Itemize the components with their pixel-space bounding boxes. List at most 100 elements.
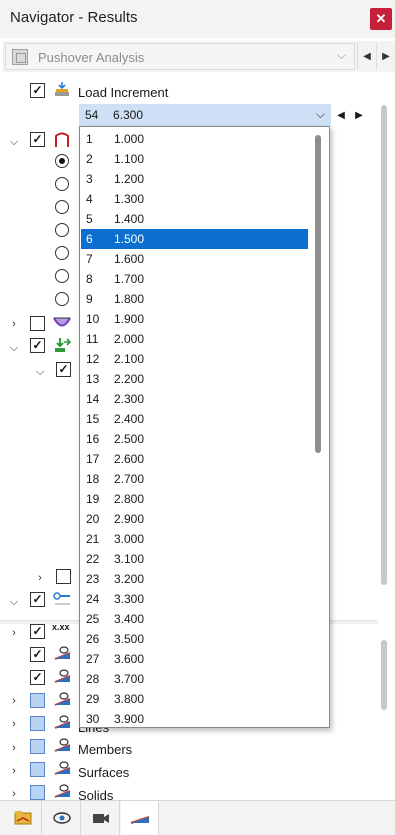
dropdown-option[interactable]: 14 2.300 [81, 389, 308, 409]
dropdown-option[interactable]: 15 2.400 [81, 409, 308, 429]
dropdown-option-number: 17 [86, 452, 100, 466]
chevron-down-icon[interactable]: ⌵ [34, 366, 46, 379]
surfaces-checkbox[interactable] [30, 762, 45, 777]
visibility-icon [54, 784, 71, 798]
dropdown-option[interactable]: 6 1.500 [81, 229, 308, 249]
dropdown-option[interactable]: 3 1.200 [81, 169, 308, 189]
result-option-radio[interactable] [55, 200, 69, 214]
dropdown-option-value: 3.400 [114, 612, 145, 626]
dropdown-option-value: 2.100 [114, 352, 145, 366]
close-button[interactable]: ✕ [370, 8, 392, 30]
navigator-tabs [0, 800, 395, 835]
lines-checkbox[interactable] [30, 716, 45, 731]
scrollbar-thumb[interactable] [381, 105, 387, 585]
results-group-checkbox[interactable]: ✓ [30, 132, 45, 147]
dropdown-option[interactable]: 26 3.500 [81, 629, 308, 649]
result-option-radio[interactable] [55, 154, 69, 168]
dropdown-option[interactable]: 5 1.400 [81, 209, 308, 229]
analysis-select[interactable]: Pushover Analysis ⌵ [5, 43, 355, 70]
tab-results[interactable] [121, 801, 159, 835]
tree-group-checkbox[interactable]: ✓ [30, 592, 45, 607]
support-sub-checkbox[interactable]: ✓ [56, 362, 71, 377]
chevron-right-icon[interactable]: › [8, 788, 20, 800]
dropdown-option[interactable]: 13 2.200 [81, 369, 308, 389]
dropdown-scrollbar-thumb[interactable] [315, 135, 321, 453]
dropdown-option[interactable]: 9 1.800 [81, 289, 308, 309]
visibility-icon [54, 646, 71, 660]
support-reactions-checkbox[interactable]: ✓ [30, 338, 45, 353]
members-checkbox[interactable] [30, 739, 45, 754]
eye-icon [52, 812, 71, 824]
dropdown-option[interactable]: 7 1.600 [81, 249, 308, 269]
dropdown-option-number: 12 [86, 352, 100, 366]
chevron-down-icon: ⌵ [336, 48, 346, 62]
tree-item-checkbox[interactable] [30, 693, 45, 708]
dropdown-option[interactable]: 4 1.300 [81, 189, 308, 209]
scrollbar-thumb[interactable] [381, 640, 387, 710]
chevron-right-icon[interactable]: › [8, 318, 20, 330]
dropdown-option[interactable]: 16 2.500 [81, 429, 308, 449]
values-checkbox[interactable]: ✓ [30, 624, 45, 639]
dropdown-option[interactable]: 23 3.200 [81, 569, 308, 589]
load-increment-label: Load Increment [78, 85, 169, 100]
dropdown-option[interactable]: 11 2.000 [81, 329, 308, 349]
result-option-radio[interactable] [55, 269, 69, 283]
chevron-right-icon[interactable]: › [34, 572, 46, 584]
tree-item-checkbox[interactable]: ✓ [30, 647, 45, 662]
load-increment-checkbox[interactable]: ✓ [30, 83, 45, 98]
dropdown-option[interactable]: 29 3.800 [81, 689, 308, 709]
chevron-right-icon[interactable]: › [8, 627, 20, 639]
tree-item-checkbox[interactable] [56, 569, 71, 584]
dropdown-option[interactable]: 25 3.400 [81, 609, 308, 629]
chevron-down-icon[interactable]: ⌵ [8, 136, 20, 149]
load-increment-number: 54 [85, 108, 99, 122]
chevron-right-icon[interactable]: › [8, 742, 20, 754]
dropdown-option-value: 1.800 [114, 292, 145, 306]
chevron-right-icon[interactable]: › [8, 718, 20, 730]
load-increment-select[interactable]: 54 6.300 ⌵ [79, 104, 331, 126]
dropdown-option-number: 16 [86, 432, 100, 446]
dropdown-option[interactable]: 20 2.900 [81, 509, 308, 529]
result-option-radio[interactable] [55, 177, 69, 191]
previous-arrow-icon[interactable]: ◀ [357, 43, 376, 70]
result-option-radio[interactable] [55, 223, 69, 237]
dropdown-option[interactable]: 30 3.900 [81, 709, 308, 727]
dropdown-option[interactable]: 18 2.700 [81, 469, 308, 489]
next-arrow-icon[interactable]: ▶ [350, 104, 368, 126]
dropdown-option[interactable]: 21 3.000 [81, 529, 308, 549]
deformation-checkbox[interactable] [30, 316, 45, 331]
dropdown-option[interactable]: 2 1.100 [81, 149, 308, 169]
frame-results-icon [55, 132, 69, 147]
result-option-radio[interactable] [55, 292, 69, 306]
lower-scrollbar[interactable] [380, 625, 388, 800]
tab-data[interactable] [4, 801, 42, 835]
dropdown-option[interactable]: 1 1.000 [81, 129, 308, 149]
next-arrow-icon[interactable]: ▶ [376, 43, 395, 70]
tree-scrollbar[interactable] [380, 80, 388, 620]
dropdown-option[interactable]: 10 1.900 [81, 309, 308, 329]
chevron-down-icon[interactable]: ⌵ [8, 596, 20, 609]
tab-views[interactable] [82, 801, 120, 835]
dropdown-option[interactable]: 8 1.700 [81, 269, 308, 289]
chevron-down-icon[interactable]: ⌵ [8, 342, 20, 355]
deformation-icon [53, 317, 71, 327]
dropdown-option[interactable]: 24 3.300 [81, 589, 308, 609]
dropdown-option-number: 14 [86, 392, 100, 406]
result-option-radio[interactable] [55, 246, 69, 260]
chevron-right-icon[interactable]: › [8, 765, 20, 777]
dropdown-option[interactable]: 22 3.100 [81, 549, 308, 569]
dropdown-option-value: 1.500 [114, 232, 145, 246]
dropdown-option[interactable]: 27 3.600 [81, 649, 308, 669]
solids-checkbox[interactable] [30, 785, 45, 800]
chevron-right-icon[interactable]: › [8, 695, 20, 707]
dropdown-option[interactable]: 12 2.100 [81, 349, 308, 369]
tab-display[interactable] [43, 801, 81, 835]
dropdown-option[interactable]: 17 2.600 [81, 449, 308, 469]
dropdown-option[interactable]: 19 2.800 [81, 489, 308, 509]
dropdown-option[interactable]: 28 3.700 [81, 669, 308, 689]
dropdown-option-number: 8 [86, 272, 93, 286]
tree-item-checkbox[interactable]: ✓ [30, 670, 45, 685]
dropdown-option-value: 1.900 [114, 312, 145, 326]
previous-arrow-icon[interactable]: ◀ [332, 104, 350, 126]
dropdown-option-value: 1.000 [114, 132, 145, 146]
